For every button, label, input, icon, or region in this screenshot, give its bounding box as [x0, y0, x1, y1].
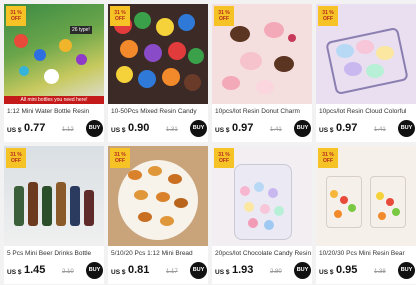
price: 0.77 — [24, 122, 46, 134]
product-title[interactable]: 10/20/30 Pcs Mini Resin Bear — [319, 249, 415, 258]
buy-button[interactable]: BUY — [398, 120, 415, 137]
discount-badge: 31 % OFF — [6, 148, 26, 168]
currency: US $ — [319, 127, 334, 134]
price: 0.97 — [336, 122, 358, 134]
original-price: 2.80 — [270, 269, 282, 275]
product-title[interactable]: 20pcs/lot Chocolate Candy Resin — [215, 249, 311, 258]
product-image[interactable]: 31 % OFF — [212, 4, 312, 104]
original-price: 2.10 — [62, 269, 74, 275]
currency: US $ — [111, 127, 126, 134]
product-card[interactable]: 31 % OFF 10-50Pcs Mixed Resin Candy US $… — [108, 4, 208, 142]
product-card[interactable]: 31 % OFF 10pcs/lot Resin Donut Charm US … — [212, 4, 312, 142]
price: 1.45 — [24, 264, 46, 276]
product-image[interactable]: 31 % OFF — [108, 4, 208, 104]
product-card[interactable]: 31 % OFF 5 Pcs Mini Beer Drinks Bottle U… — [4, 146, 104, 284]
discount-badge: 31 % OFF — [318, 6, 338, 26]
price: 0.81 — [128, 264, 150, 276]
discount-badge: 31 % OFF — [6, 6, 26, 26]
product-card[interactable]: 31 % OFF 10/20/30 Pcs Mini Resin Bear US… — [316, 146, 416, 284]
product-title[interactable]: 5/10/20 Pcs 1:12 Mini Bread — [111, 249, 207, 258]
currency: US $ — [7, 269, 22, 276]
product-image[interactable]: 31 % OFF — [316, 4, 416, 104]
original-price: 1.17 — [166, 269, 178, 275]
product-image[interactable]: 31 % OFF — [316, 146, 416, 246]
price-row: US $ 0.95 1.38 BUY — [319, 262, 415, 280]
buy-button[interactable]: BUY — [398, 262, 415, 279]
product-image[interactable]: 26 type! 31 % OFF All mini bottles you n… — [4, 4, 104, 104]
price-row: US $ 0.81 1.17 BUY — [111, 262, 207, 280]
product-image[interactable]: 31 % OFF — [108, 146, 208, 246]
product-image[interactable]: 31 % OFF — [212, 146, 312, 246]
buy-button[interactable]: BUY — [86, 120, 103, 137]
original-price: 1.31 — [166, 127, 178, 133]
buy-button[interactable]: BUY — [294, 262, 311, 279]
currency: US $ — [7, 127, 22, 134]
currency: US $ — [215, 269, 230, 276]
price: 0.95 — [336, 264, 358, 276]
image-banner: All mini bottles you need here! — [4, 96, 104, 104]
product-title[interactable]: 10pcs/lot Resin Donut Charm — [215, 107, 311, 116]
price: 0.90 — [128, 122, 150, 134]
product-image[interactable]: 31 % OFF — [4, 146, 104, 246]
price-row: US $ 0.97 1.41 BUY — [215, 120, 311, 138]
product-title[interactable]: 10-50Pcs Mixed Resin Candy — [111, 107, 207, 116]
original-price: 1.41 — [374, 127, 386, 133]
jar-shape — [234, 164, 292, 240]
buy-button[interactable]: BUY — [190, 262, 207, 279]
discount-badge: 31 % OFF — [318, 148, 338, 168]
discount-badge: 31 % OFF — [214, 6, 234, 26]
original-price: 1.41 — [270, 127, 282, 133]
original-price: 1.12 — [62, 127, 74, 133]
buy-button[interactable]: BUY — [190, 120, 207, 137]
price: 0.97 — [232, 122, 254, 134]
original-price: 1.38 — [374, 269, 386, 275]
product-card[interactable]: 31 % OFF 20pcs/lot Chocolate Candy Resin… — [212, 146, 312, 284]
currency: US $ — [111, 269, 126, 276]
price-row: US $ 0.90 1.31 BUY — [111, 120, 207, 138]
price-row: US $ 0.77 1.12 BUY — [7, 120, 103, 138]
price: 1.93 — [232, 264, 254, 276]
price-row: US $ 0.97 1.41 BUY — [319, 120, 415, 138]
product-title[interactable]: 5 Pcs Mini Beer Drinks Bottle — [7, 249, 103, 258]
product-grid: 26 type! 31 % OFF All mini bottles you n… — [0, 0, 416, 285]
product-title[interactable]: 10pcs/lot Resin Cloud Colorful — [319, 107, 415, 116]
product-card[interactable]: 31 % OFF 10pcs/lot Resin Cloud Colorful … — [316, 4, 416, 142]
price-row: US $ 1.93 2.80 BUY — [215, 262, 311, 280]
basket-shape — [325, 26, 409, 96]
type-count-label: 26 type! — [70, 26, 92, 34]
product-title[interactable]: 1:12 Mini Water Bottle Resin — [7, 107, 103, 116]
currency: US $ — [215, 127, 230, 134]
product-card[interactable]: 26 type! 31 % OFF All mini bottles you n… — [4, 4, 104, 142]
buy-button[interactable]: BUY — [86, 262, 103, 279]
discount-badge: 31 % OFF — [214, 148, 234, 168]
discount-badge: 31 % OFF — [110, 6, 130, 26]
discount-badge: 31 % OFF — [110, 148, 130, 168]
price-row: US $ 1.45 2.10 BUY — [7, 262, 103, 280]
buy-button[interactable]: BUY — [294, 120, 311, 137]
product-card[interactable]: 31 % OFF 5/10/20 Pcs 1:12 Mini Bread US … — [108, 146, 208, 284]
currency: US $ — [319, 269, 334, 276]
